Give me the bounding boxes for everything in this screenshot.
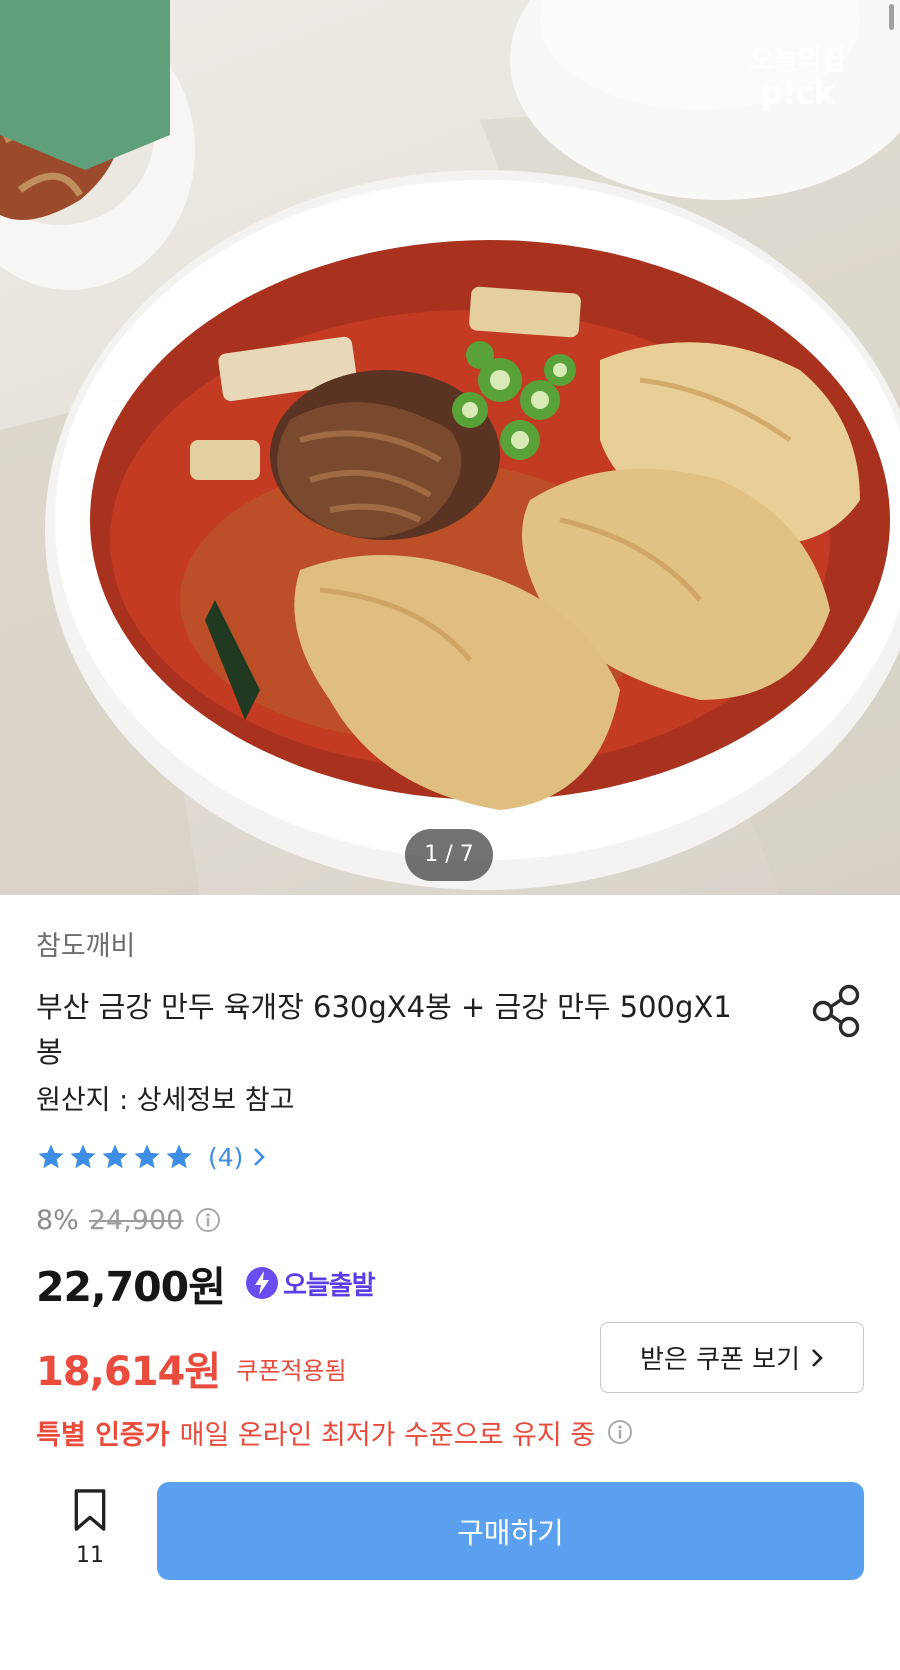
info-icon[interactable] [607, 1419, 633, 1445]
chevron-right-icon [254, 1148, 266, 1166]
bookmark-button[interactable]: 11 [60, 1488, 120, 1568]
discount-row: 8% 24,900 [36, 1202, 221, 1238]
pick-badge-logo: p!ck [760, 74, 835, 112]
special-price-badge: 특별 인증가 [36, 1419, 170, 1451]
lightning-icon [245, 1267, 278, 1299]
discount-rate: 8% [36, 1204, 79, 1236]
chevron-right-icon [812, 1348, 823, 1367]
star-icon [38, 1144, 64, 1169]
today-shipping-badge: 오늘출발 [282, 1270, 376, 1301]
origin-info: 원산지 : 상세정보 참고 [36, 1085, 295, 1116]
image-counter: 1 / 7 [405, 829, 493, 881]
sale-price-row: 22,700원 오늘출발 [36, 1255, 376, 1311]
info-icon[interactable] [195, 1207, 221, 1233]
sale-price: 22,700원 [36, 1263, 226, 1311]
product-image-carousel[interactable]: 오늘의집 p!ck 1 / 7 [0, 0, 900, 895]
view-coupons-button[interactable]: 받은 쿠폰 보기 [600, 1322, 864, 1393]
star-icon [102, 1144, 128, 1169]
buy-button[interactable]: 구매하기 [157, 1482, 864, 1580]
bookmark-count: 11 [76, 1543, 104, 1568]
product-title: 부산 금강 만두 육개장 630gX4봉 + 금강 만두 500gX1봉 [36, 990, 732, 1069]
star-icon [70, 1144, 96, 1169]
buy-button-label: 구매하기 [457, 1518, 564, 1550]
special-price-notice: 특별 인증가 매일 온라인 최저가 수준으로 유지 중 [36, 1412, 633, 1452]
review-count[interactable]: (4) [208, 1143, 243, 1172]
star-icon [134, 1144, 160, 1169]
scroll-indicator [889, 4, 894, 30]
star-icon [166, 1144, 192, 1169]
coupon-price-row: 18,614원 쿠폰적용됨 [36, 1340, 347, 1396]
coupon-price: 18,614원 [36, 1349, 221, 1395]
coupon-applied-label: 쿠폰적용됨 [236, 1356, 347, 1385]
bookmark-icon [74, 1489, 106, 1531]
share-icon [812, 984, 860, 1038]
share-button[interactable] [810, 982, 866, 1038]
seller-name[interactable]: 참도깨비 [36, 924, 135, 963]
rating-row[interactable]: (4) [36, 1140, 267, 1174]
pick-badge [0, 0, 170, 170]
view-coupons-label: 받은 쿠폰 보기 [639, 1345, 801, 1375]
special-price-text: 매일 온라인 최저가 수준으로 유지 중 [179, 1419, 596, 1451]
original-price: 24,900 [88, 1204, 184, 1236]
pick-badge-title: 오늘의집 [749, 45, 845, 76]
